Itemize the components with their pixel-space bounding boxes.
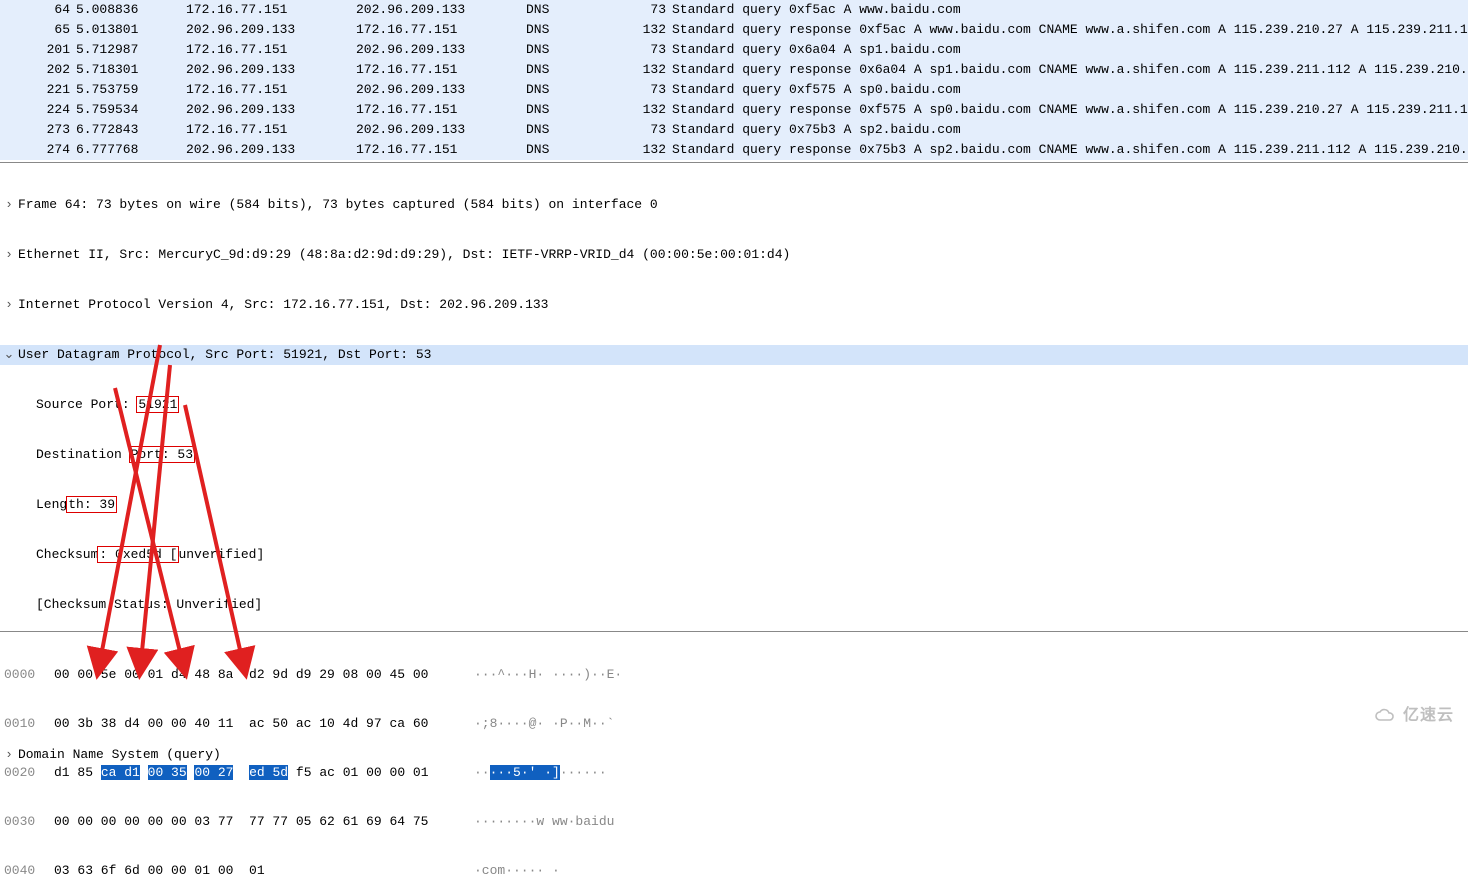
watermark: 亿速云	[1373, 701, 1454, 725]
bytes-highlight: 00 27	[194, 765, 233, 780]
cloud-icon	[1373, 708, 1399, 724]
packet-list[interactable]: 645.008836172.16.77.151202.96.209.133DNS…	[0, 0, 1468, 162]
packet-details[interactable]: ›Frame 64: 73 bytes on wire (584 bits), …	[0, 162, 1468, 405]
bytes-row[interactable]: 000000 00 5e 00 01 d4 48 8a d2 9d d9 29 …	[0, 665, 1468, 684]
tree-item-ip[interactable]: ›Internet Protocol Version 4, Src: 172.1…	[0, 295, 1468, 315]
col-no: 64	[0, 0, 76, 20]
ascii-highlight: ···5·' ·]	[490, 765, 560, 780]
tree-item-dstport[interactable]: Destination Port: 53	[0, 445, 1468, 465]
packet-row[interactable]: 2245.759534202.96.209.133172.16.77.151DN…	[0, 100, 1468, 120]
col-time: 5.008836	[76, 0, 186, 20]
col-length: 73	[606, 0, 672, 20]
bytes-row[interactable]: 0020d1 85 ca d1 00 35 00 27 ed 5d f5 ac …	[0, 763, 1468, 782]
packet-row[interactable]: 2736.772843172.16.77.151202.96.209.133DN…	[0, 120, 1468, 140]
highlight-box: th: 39	[66, 496, 117, 513]
bytes-row[interactable]: 001000 3b 38 d4 00 00 40 11 ac 50 ac 10 …	[0, 714, 1468, 733]
col-info: Standard query 0xf5ac A www.baidu.com	[672, 0, 1468, 20]
chevron-right-icon: ›	[0, 295, 18, 315]
chevron-down-icon: ⌄	[0, 345, 18, 365]
bytes-highlight: ed 5d	[249, 765, 288, 780]
tree-item-udp[interactable]: ⌄User Datagram Protocol, Src Port: 51921…	[0, 345, 1468, 365]
tree-item-ethernet[interactable]: ›Ethernet II, Src: MercuryC_9d:d9:29 (48…	[0, 245, 1468, 265]
chevron-right-icon: ›	[0, 745, 18, 765]
bytes-hex: 00 00 5e 00 01 d4 48 8a d2 9d d9 29 08 0…	[54, 665, 474, 684]
packet-row[interactable]: 2025.718301202.96.209.133172.16.77.151DN…	[0, 60, 1468, 80]
col-source: 172.16.77.151	[186, 0, 356, 20]
col-destination: 202.96.209.133	[356, 0, 526, 20]
tree-item-checksum-status[interactable]: [Checksum Status: Unverified]	[0, 595, 1468, 615]
highlight-box: : 0xed5d [	[97, 546, 179, 563]
tree-item-frame[interactable]: ›Frame 64: 73 bytes on wire (584 bits), …	[0, 195, 1468, 215]
packet-bytes[interactable]: 000000 00 5e 00 01 d4 48 8a d2 9d d9 29 …	[0, 631, 1468, 735]
col-protocol: DNS	[526, 0, 606, 20]
highlight-box: 51921	[136, 396, 179, 413]
bytes-ascii: ···^···H· ····)··E·	[474, 665, 622, 684]
highlight-box: Port: 53	[129, 446, 195, 463]
packet-row[interactable]: 2746.777768202.96.209.133172.16.77.151DN…	[0, 140, 1468, 160]
bytes-highlight: 00 35	[148, 765, 187, 780]
bytes-row[interactable]: 003000 00 00 00 00 00 03 77 77 77 05 62 …	[0, 812, 1468, 831]
packet-row[interactable]: 645.008836172.16.77.151202.96.209.133DNS…	[0, 0, 1468, 20]
packet-row[interactable]: 2015.712987172.16.77.151202.96.209.133DN…	[0, 40, 1468, 60]
tree-item-length[interactable]: Length: 39	[0, 495, 1468, 515]
bytes-highlight: ca d1	[101, 765, 140, 780]
chevron-right-icon: ›	[0, 245, 18, 265]
chevron-right-icon: ›	[0, 195, 18, 215]
tree-item-checksum[interactable]: Checksum: 0xed5d [unverified]	[0, 545, 1468, 565]
bytes-offset: 0000	[0, 665, 54, 684]
packet-row[interactable]: 2215.753759172.16.77.151202.96.209.133DN…	[0, 80, 1468, 100]
tree-item-dns[interactable]: ›Domain Name System (query)	[0, 745, 1468, 765]
tree-item-srcport[interactable]: Source Port: 51921	[0, 395, 1468, 415]
bytes-row[interactable]: 004003 63 6f 6d 00 00 01 00 01·com····· …	[0, 861, 1468, 880]
packet-row[interactable]: 655.013801202.96.209.133172.16.77.151DNS…	[0, 20, 1468, 40]
